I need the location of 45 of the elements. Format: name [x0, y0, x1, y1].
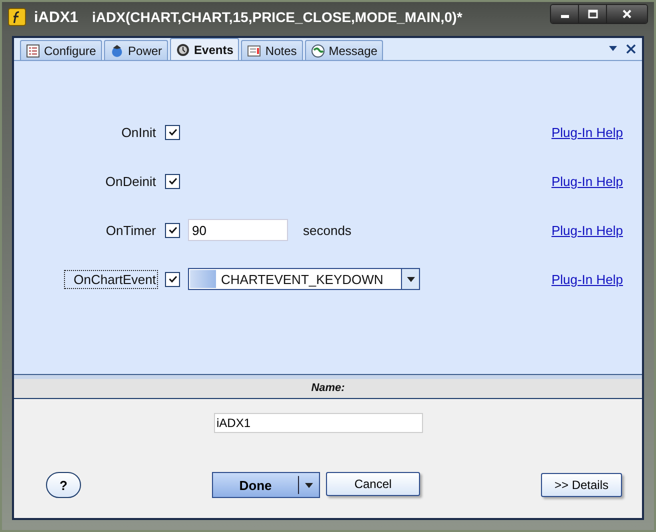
- checkmark-icon: [168, 127, 178, 137]
- clock-icon: [176, 42, 190, 56]
- event-dropdown[interactable]: CHARTEVENT_KEYDOWN: [188, 268, 420, 290]
- checkbox[interactable]: [165, 124, 180, 140]
- plug-in-help-link[interactable]: Plug-In Help: [551, 124, 623, 140]
- maximize-button[interactable]: [579, 5, 607, 23]
- tab[interactable]: Message: [304, 40, 384, 60]
- list-icon: [26, 44, 40, 58]
- tab[interactable]: Events: [170, 38, 240, 60]
- checkbox[interactable]: [165, 174, 180, 188]
- note-icon: [247, 44, 262, 58]
- plug-in-help-link[interactable]: Plug-In Help: [551, 272, 623, 286]
- name-field[interactable]: iADX1: [214, 413, 422, 433]
- event-label: OnInit: [120, 124, 157, 142]
- done-button[interactable]: Done: [212, 472, 320, 498]
- tab[interactable]: Power: [104, 40, 168, 60]
- close-icon: [622, 9, 632, 19]
- checkbox[interactable]: [165, 272, 180, 286]
- cancel-button[interactable]: Cancel: [326, 472, 420, 496]
- tab[interactable]: Configure: [20, 40, 102, 60]
- app-icon: [8, 8, 26, 26]
- checkmark-icon: [168, 225, 178, 235]
- event-label: OnTimer: [104, 222, 157, 240]
- dropdown-icon[interactable]: [608, 45, 618, 53]
- event-label: OnChartEvent: [64, 270, 158, 288]
- caret-icon: [305, 482, 313, 488]
- details-button[interactable]: >> Details: [541, 473, 622, 497]
- minimize-button[interactable]: [551, 5, 579, 23]
- checkmark-icon: [168, 176, 178, 186]
- maximize-icon: [588, 9, 598, 19]
- tab[interactable]: Notes: [241, 40, 303, 60]
- close-icon[interactable]: [626, 44, 636, 54]
- help-button[interactable]: ?: [46, 472, 81, 498]
- window-name: iADX1: [34, 8, 80, 26]
- caret-icon: [406, 276, 414, 282]
- section-header: Name:: [14, 379, 642, 399]
- interval-field[interactable]: 90: [188, 219, 288, 241]
- window-title: iADX(CHART,CHART,15,PRICE_CLOSE,MODE_MAIN,0)*: [92, 9, 464, 25]
- checkmark-icon: [168, 274, 178, 284]
- plug-in-help-link[interactable]: Plug-In Help: [551, 174, 623, 188]
- close-button[interactable]: [607, 5, 647, 23]
- checkbox[interactable]: [165, 222, 180, 238]
- event-label: OnDeinit: [104, 172, 157, 190]
- unit-label: seconds: [303, 222, 352, 238]
- plug-in-help-link[interactable]: Plug-In Help: [551, 222, 623, 238]
